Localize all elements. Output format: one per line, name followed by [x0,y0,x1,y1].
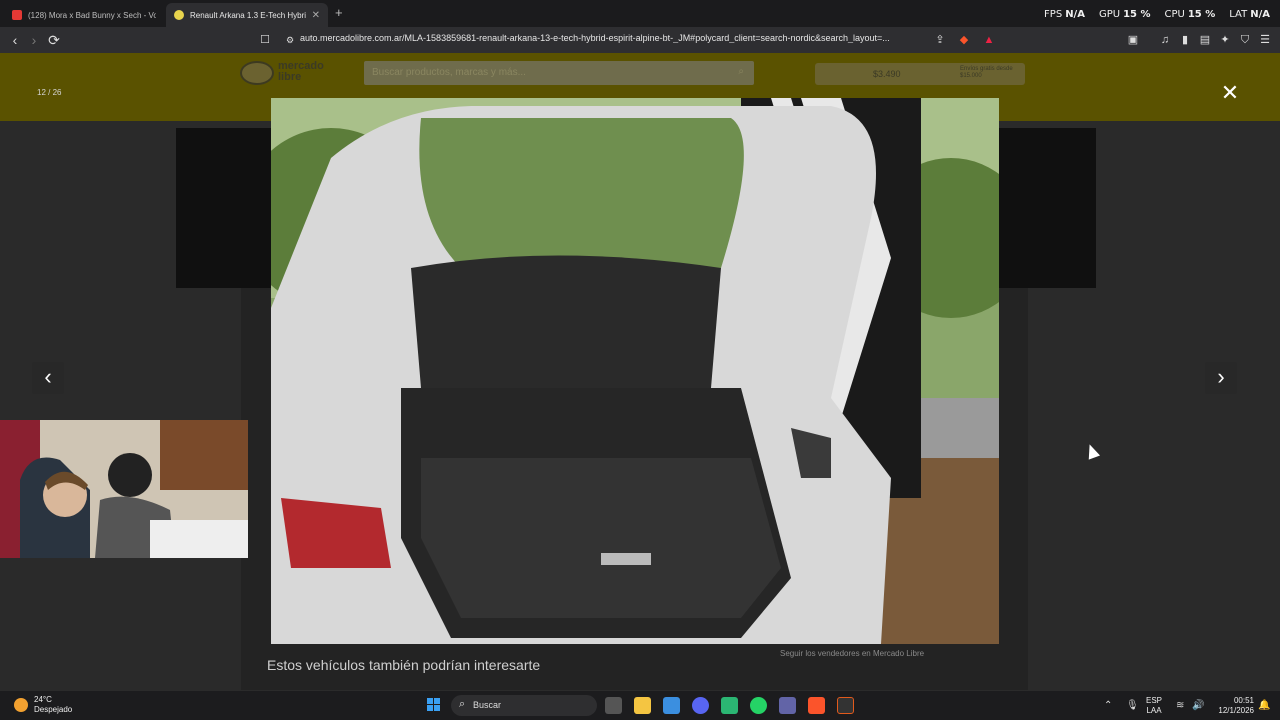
new-tab-button[interactable]: + [335,5,343,20]
task-view-icon[interactable] [605,697,622,714]
weather-desc: Despejado [34,705,73,714]
volume-icon[interactable]: 🔊 [1192,700,1204,711]
clock[interactable]: 00:51 12/1/2026 [1212,696,1254,716]
whatsapp-icon[interactable] [750,697,767,714]
kick-icon[interactable] [721,697,738,714]
handshake-logo-icon [240,61,274,85]
search-label: Buscar [473,700,502,710]
sun-icon [14,698,28,712]
search-icon[interactable]: ⌕ [738,66,744,77]
tray-expand-icon[interactable]: ⌃ [1104,700,1112,711]
forward-icon[interactable]: › [25,31,43,49]
cpu-stat: CPU 15 % [1164,9,1216,20]
windows-start-icon[interactable] [427,698,441,712]
lat-stat: LAT N/A [1229,9,1270,20]
close-tab-icon[interactable]: ✕ [312,10,320,21]
weather-temp: 24°C [34,695,52,704]
fps-stat: FPS N/A [1044,9,1085,20]
wifi-icon[interactable]: ≋ [1176,700,1184,711]
weather-widget[interactable]: 24°C Despejado [14,695,72,715]
mercadolibre-logo[interactable]: mercado libre [240,61,335,87]
bookmark-icon[interactable]: ☐ [258,33,272,47]
browser-tab-bar: (128) Mora x Bad Bunny x Sech - Volá Ren… [0,0,1280,27]
next-image-button[interactable]: › [1205,362,1237,394]
lightbox-close-button[interactable]: ✕ [1219,82,1241,104]
webcam-overlay [0,420,248,558]
browser-toolbar: ‹ › ⟳ ☐ ⚙ auto.mercadolibre.com.ar/MLA-1… [0,27,1280,53]
car-trunk-photo [271,98,999,644]
screenshot-icon[interactable]: ▣ [1126,33,1140,47]
follow-sellers-text: Seguir los vendedores en Mercado Libre [780,649,925,658]
promo-price: $3.490 [873,69,901,79]
media-icon[interactable]: ♫ [1158,33,1172,47]
tab-title: Renault Arkana 1.3 E-Tech Hybrid [190,10,306,20]
brave-icon[interactable] [808,697,825,714]
image-counter: 12 / 26 [37,88,62,97]
gpu-stat: GPU 15 % [1098,9,1151,20]
promo-banner[interactable]: $3.490 Envíos gratis desde $15.000 [815,63,1025,85]
wallet-icon[interactable]: ▤ [1198,33,1212,47]
url-bar[interactable]: auto.mercadolibre.com.ar/MLA-1583859681-… [300,33,920,43]
reload-icon[interactable]: ⟳ [45,31,63,49]
taskbar-search[interactable]: ⌕ Buscar [451,695,597,716]
promo-shipping: Envíos gratis desde $15.000 [960,66,1013,79]
language-indicator[interactable]: ESP LAA [1146,696,1162,716]
teams-icon[interactable] [779,697,796,714]
youtube-favicon-icon [12,10,22,20]
site-info-icon[interactable]: ⚙ [283,33,297,47]
file-explorer-icon[interactable] [634,697,651,714]
discord-icon[interactable] [692,697,709,714]
windows-taskbar: 24°C Despejado ⌕ Buscar ⌃ 🎙 ESP LAA ≋ 🔊 0… [0,690,1280,720]
related-title: Estos vehículos también podrían interesa… [267,657,541,673]
tab-mercadolibre[interactable]: Renault Arkana 1.3 E-Tech Hybrid ✕ [166,3,328,27]
back-icon[interactable]: ‹ [6,31,24,49]
leo-ai-icon[interactable]: ✦ [1218,33,1232,47]
tab-youtube[interactable]: (128) Mora x Bad Bunny x Sech - Volá [4,3,164,27]
sidebar-icon[interactable]: ▮ [1178,33,1192,47]
notifications-icon[interactable]: 🔔 [1258,700,1270,711]
mercadolibre-favicon-icon [174,10,184,20]
store-icon[interactable] [663,697,680,714]
prev-image-button[interactable]: ‹ [32,362,64,394]
search-input[interactable]: Buscar productos, marcas y más... ⌕ [364,61,754,85]
streaming-app-icon[interactable] [837,697,854,714]
share-icon[interactable]: ⇪ [933,33,947,47]
search-icon: ⌕ [459,698,466,710]
microphone-icon[interactable]: 🎙 [1126,700,1139,711]
tab-title: (128) Mora x Bad Bunny x Sech - Volá [28,10,156,20]
brave-rewards-icon[interactable]: ▲ [982,33,996,47]
logo-text: mercado libre [278,60,324,83]
search-placeholder: Buscar productos, marcas y más... [372,67,526,78]
performance-overlay: FPS N/A GPU 15 % CPU 15 % LAT N/A [1044,9,1270,20]
vpn-icon[interactable]: ⛉ [1238,33,1252,47]
menu-icon[interactable]: ☰ [1258,33,1272,47]
brave-shields-icon[interactable]: ◆ [957,33,971,47]
